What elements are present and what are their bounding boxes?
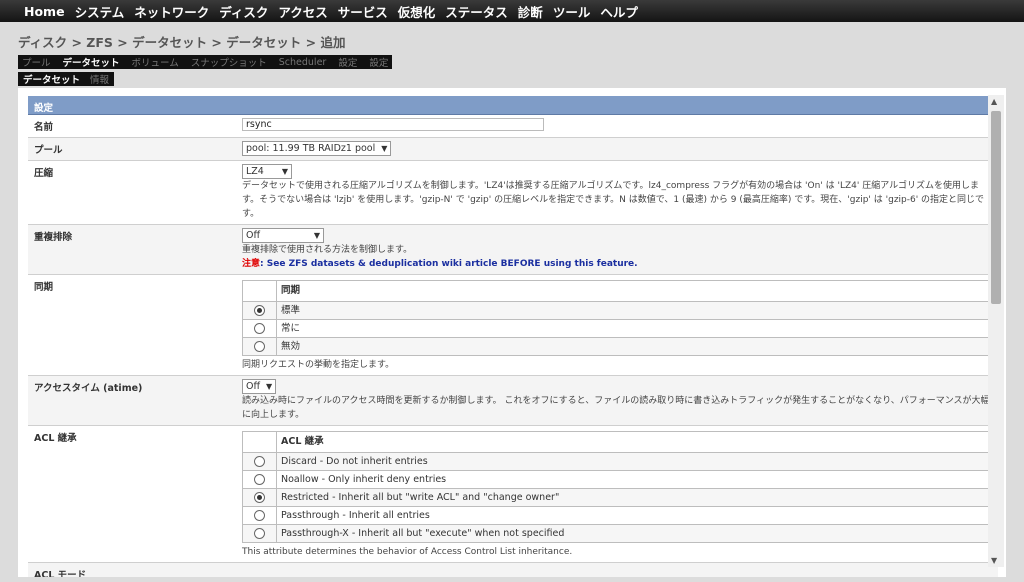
atime-select[interactable]: Off ▼	[242, 379, 277, 394]
nav-status[interactable]: ステータス	[445, 2, 508, 21]
dedup-select[interactable]: Off ▼	[242, 228, 324, 243]
row-pool: プール pool: 11.99 TB RAIDz1 pool ▼	[28, 138, 998, 161]
subtab-datasets[interactable]: データセット	[23, 72, 80, 86]
compression-select[interactable]: LZ4 ▼	[242, 164, 292, 179]
aclinherit-option-row[interactable]: Passthrough - Inherit all entries	[242, 506, 994, 525]
content-panel: 設定 名前 プール pool: 11.99 TB RAIDz1 pool ▼ 圧…	[18, 88, 1006, 577]
aclinherit-option-label: Passthrough-X - Inherit all but "execute…	[276, 524, 994, 543]
row-name: 名前	[28, 115, 998, 138]
chevron-down-icon: ▼	[313, 230, 320, 240]
sync-option-row[interactable]: 無効	[242, 337, 994, 356]
aclinherit-radio-passthrough[interactable]	[254, 509, 265, 521]
vertical-scrollbar[interactable]: ▲ ▼	[988, 95, 1004, 567]
section-header: 設定	[28, 96, 998, 115]
sync-option-label: 標準	[276, 301, 994, 320]
dedup-note-label: 注意	[242, 259, 261, 269]
row-sync: 同期 同期 標準 常に 無効 同期リクエストの挙動を指定します。	[28, 275, 998, 376]
nav-virtualization[interactable]: 仮想化	[398, 2, 436, 21]
chevron-down-icon: ▼	[266, 381, 273, 391]
aclmode-label: ACL モード	[34, 570, 87, 577]
tab-scheduler[interactable]: Scheduler	[279, 57, 327, 68]
main-tabs: プール データセット ボリューム スナップショット Scheduler 設定 設…	[18, 55, 393, 69]
sync-option-row[interactable]: 常に	[242, 319, 994, 338]
sync-radio-standard[interactable]	[254, 304, 265, 316]
pool-select-value: pool: 11.99 TB RAIDz1 pool	[246, 142, 376, 154]
row-aclmode: ACL モード	[28, 563, 998, 577]
compression-select-value: LZ4	[246, 165, 264, 177]
nav-services[interactable]: サービス	[338, 2, 388, 21]
sync-option-label: 常に	[276, 319, 994, 338]
sync-radio-always[interactable]	[254, 322, 265, 334]
chevron-down-icon: ▼	[381, 143, 388, 153]
scroll-down-icon[interactable]: ▼	[991, 556, 997, 565]
subtab-info[interactable]: 情報	[90, 72, 109, 86]
aclinherit-option-label: Discard - Do not inherit entries	[276, 452, 994, 471]
aclinherit-radio-restricted[interactable]	[254, 491, 265, 503]
sync-options-table: 同期 標準 常に 無効	[242, 280, 994, 356]
nav-home[interactable]: Home	[24, 4, 65, 19]
sync-description: 同期リクエストの挙動を指定します。	[242, 360, 395, 370]
aclinherit-option-label: Noallow - Only inherit deny entries	[276, 470, 994, 489]
pool-label: プール	[34, 145, 63, 156]
dedup-wiki-link[interactable]: : See ZFS datasets & deduplication wiki …	[260, 259, 638, 269]
scrollbar-thumb[interactable]	[991, 111, 1001, 304]
tab-snapshots[interactable]: スナップショット	[191, 55, 267, 69]
nav-access[interactable]: アクセス	[278, 2, 327, 21]
sync-label: 同期	[34, 282, 54, 293]
sync-option-row[interactable]: 標準	[242, 301, 994, 320]
atime-select-value: Off	[246, 380, 261, 392]
row-compression: 圧縮 LZ4 ▼ データセットで使用される圧縮アルゴリズムを制御します。'LZ4…	[28, 161, 998, 225]
aclinherit-option-row[interactable]: Passthrough-X - Inherit all but "execute…	[242, 524, 994, 543]
nav-help[interactable]: ヘルプ	[600, 2, 638, 21]
aclinherit-radio-noallow[interactable]	[254, 473, 265, 485]
tab-config[interactable]: 設定	[369, 55, 388, 69]
aclinherit-description: This attribute determines the behavior o…	[242, 547, 573, 557]
top-nav: Home システム ネットワーク ディスク アクセス サービス 仮想化 ステータ…	[0, 0, 1024, 22]
aclinherit-radio-passthrough-x[interactable]	[254, 527, 265, 539]
tab-pools[interactable]: プール	[22, 55, 51, 69]
atime-description: 読み込み時にファイルのアクセス時間を更新するか制御します。 これをオフにすると、…	[242, 396, 990, 420]
compression-description: データセットで使用される圧縮アルゴリズムを制御します。'LZ4'は推奨する圧縮ア…	[242, 181, 985, 219]
aclinherit-option-row[interactable]: Discard - Do not inherit entries	[242, 452, 994, 471]
aclinherit-option-label: Restricted - Inherit all but "write ACL"…	[276, 488, 994, 507]
breadcrumb: ディスク > ZFS > データセット > データセット > 追加	[18, 35, 346, 50]
aclinherit-option-label: Passthrough - Inherit all entries	[276, 506, 994, 525]
sub-tabs: データセット 情報	[18, 72, 115, 86]
tab-settings[interactable]: 設定	[338, 55, 357, 69]
nav-network[interactable]: ネットワーク	[134, 2, 209, 21]
row-atime: アクセスタイム (atime) Off ▼ 読み込み時にファイルのアクセス時間を…	[28, 376, 998, 426]
nav-disks[interactable]: ディスク	[219, 2, 268, 21]
row-dedup: 重複排除 Off ▼ 重複排除で使用される方法を制御します。 注意: See Z…	[28, 225, 998, 275]
nav-system[interactable]: システム	[75, 2, 125, 21]
scroll-up-icon[interactable]: ▲	[991, 97, 997, 106]
compression-label: 圧縮	[34, 168, 54, 179]
aclinherit-option-row[interactable]: Noallow - Only inherit deny entries	[242, 470, 994, 489]
chevron-down-icon: ▼	[281, 166, 288, 176]
sync-option-label: 無効	[276, 337, 994, 356]
nav-tools[interactable]: ツール	[553, 2, 591, 21]
dedup-description: 重複排除で使用される方法を制御します。	[242, 245, 413, 255]
tab-volumes[interactable]: ボリューム	[132, 55, 179, 69]
aclinherit-label: ACL 継承	[34, 433, 77, 444]
nav-diagnostics[interactable]: 診断	[518, 2, 543, 21]
dataset-form: 設定 名前 プール pool: 11.99 TB RAIDz1 pool ▼ 圧…	[28, 96, 998, 577]
dedup-select-value: Off	[246, 229, 261, 241]
sync-radio-disabled[interactable]	[254, 340, 265, 352]
row-aclinherit: ACL 継承 ACL 継承 Discard - Do not inherit e…	[28, 426, 998, 563]
name-input[interactable]	[242, 118, 544, 131]
aclinherit-options-table: ACL 継承 Discard - Do not inherit entries …	[242, 431, 994, 543]
sync-table-header: 同期	[276, 280, 994, 302]
atime-label: アクセスタイム (atime)	[34, 383, 143, 394]
aclinherit-option-row[interactable]: Restricted - Inherit all but "write ACL"…	[242, 488, 994, 507]
aclinherit-radio-discard[interactable]	[254, 455, 265, 467]
tab-datasets[interactable]: データセット	[63, 55, 120, 69]
aclinherit-table-header: ACL 継承	[276, 431, 994, 453]
name-label: 名前	[34, 122, 54, 133]
pool-select[interactable]: pool: 11.99 TB RAIDz1 pool ▼	[242, 141, 392, 156]
dedup-label: 重複排除	[34, 232, 73, 243]
dedup-note: 注意: See ZFS datasets & deduplication wik…	[242, 257, 994, 271]
